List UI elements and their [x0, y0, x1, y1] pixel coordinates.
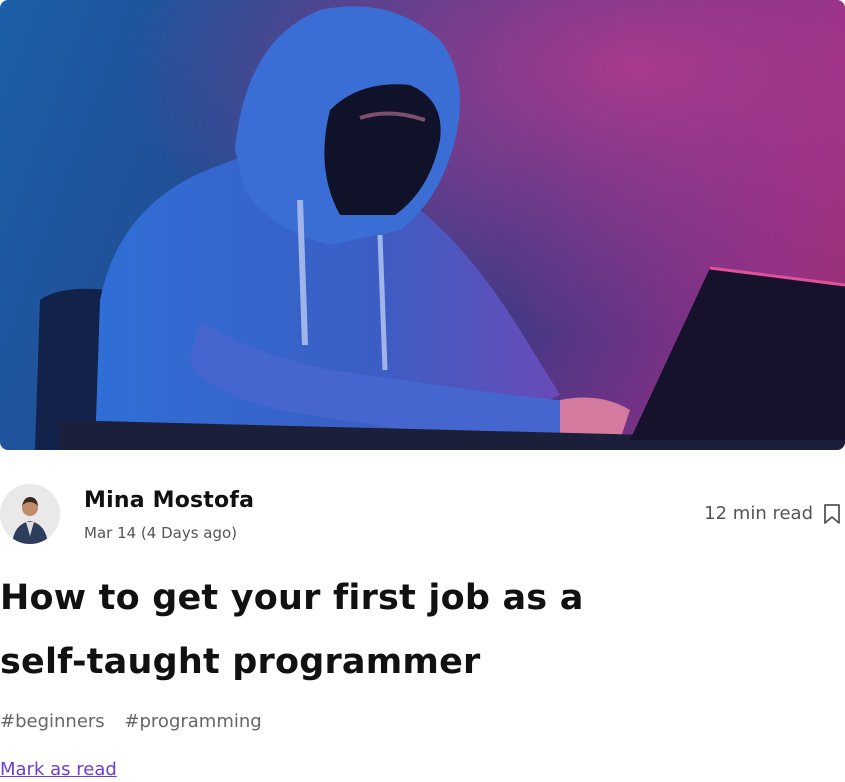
- post-title[interactable]: How to get your first job as a self-taug…: [0, 566, 680, 694]
- bookmark-button[interactable]: [823, 503, 841, 525]
- person-icon: [0, 484, 60, 544]
- post-card: Mina Mostofa Mar 14 (4 Days ago) 12 min …: [0, 0, 845, 782]
- tag-beginners[interactable]: #beginners: [0, 711, 105, 732]
- tag-list: #beginners #programming: [0, 711, 276, 732]
- tag-programming[interactable]: #programming: [124, 711, 261, 732]
- bookmark-icon: [824, 504, 840, 524]
- cover-image[interactable]: [0, 0, 845, 450]
- author-name[interactable]: Mina Mostofa: [84, 488, 254, 513]
- read-time: 12 min read: [704, 503, 813, 524]
- mark-as-read-link[interactable]: Mark as read: [0, 759, 117, 780]
- post-date: Mar 14 (4 Days ago): [84, 524, 238, 542]
- author-avatar[interactable]: [0, 484, 60, 544]
- hooded-figure-illustration: [0, 0, 845, 450]
